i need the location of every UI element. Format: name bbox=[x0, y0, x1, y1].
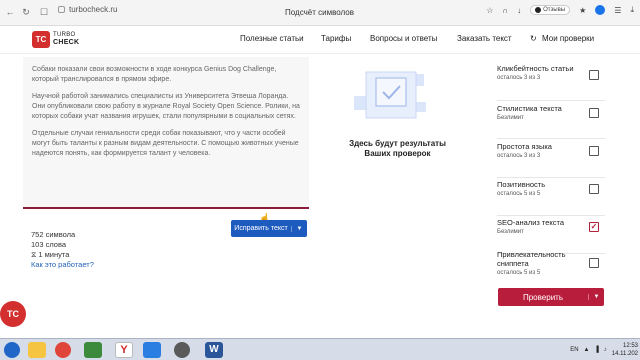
reading-time-value: 1 минута bbox=[38, 250, 70, 259]
download-icon[interactable]: ↓ bbox=[517, 6, 521, 15]
fix-text-label: Исправить текст bbox=[234, 225, 288, 232]
check-option-snippet[interactable]: Привлекательность сниппета осталось 5 из… bbox=[497, 250, 605, 283]
check-button[interactable]: Проверить ▼ bbox=[498, 288, 604, 306]
check-title: Кликбейтность статьи bbox=[497, 64, 574, 73]
back-icon[interactable]: ← bbox=[4, 7, 16, 17]
logo-line1: TURBO bbox=[53, 32, 76, 38]
check-title: SEO-анализ текста bbox=[497, 218, 565, 227]
logo-mark: TC bbox=[32, 31, 50, 48]
text-paragraph: Собаки показали свои возможности в ходе … bbox=[32, 66, 277, 83]
telegram-icon[interactable] bbox=[595, 5, 606, 15]
recorder-icon[interactable] bbox=[174, 342, 190, 358]
check-option-clickbait[interactable]: Кликбейтность статьи осталось 3 из 3 bbox=[497, 64, 605, 101]
checkbox[interactable] bbox=[589, 108, 599, 118]
nav-my-checks-icon[interactable]: ↻ bbox=[530, 34, 537, 43]
browser-actions: ☆ ∩ ↓ Отзывы ★ ☰ ⤓ bbox=[486, 5, 634, 15]
reviews-button[interactable]: Отзывы bbox=[530, 5, 571, 15]
check-option-simplicity[interactable]: Простота языка осталось 3 из 3 bbox=[497, 142, 605, 178]
char-count: 752 символа bbox=[31, 230, 76, 239]
check-title: Стилистика текста bbox=[497, 104, 562, 113]
logo-text: TURBO CHECK bbox=[53, 32, 79, 47]
results-illustration-icon bbox=[354, 71, 426, 119]
results-line2: Ваших проверок bbox=[364, 149, 431, 158]
check-title: Привлекательность сниппета bbox=[497, 250, 566, 268]
browser-toolbar: ← ↻ ☐ turbocheck.ru Подсчёт символов ☆ ∩… bbox=[0, 0, 640, 26]
star-icon[interactable]: ★ bbox=[579, 6, 586, 15]
check-title: Простота языка bbox=[497, 142, 552, 151]
yandex-browser-icon[interactable]: Y bbox=[115, 342, 133, 358]
nav-my-checks[interactable]: Мои проверки bbox=[542, 34, 594, 43]
check-quota: осталось 5 из 5 bbox=[497, 270, 541, 276]
logo-line2: CHECK bbox=[53, 39, 80, 46]
chrome-icon[interactable] bbox=[55, 342, 71, 358]
how-it-works-link[interactable]: Как это работает? bbox=[31, 260, 94, 270]
chevron-down-icon[interactable]: ▼ bbox=[588, 294, 604, 300]
word-count: 103 слова bbox=[31, 240, 67, 249]
checkbox[interactable] bbox=[589, 258, 599, 268]
start-button[interactable] bbox=[4, 342, 20, 358]
refresh-icon[interactable]: ↻ bbox=[20, 7, 32, 18]
headphones-icon[interactable]: ∩ bbox=[502, 6, 508, 15]
explorer-icon[interactable] bbox=[28, 342, 46, 358]
nav-useful-articles[interactable]: Полезные статьи bbox=[240, 34, 304, 43]
checkbox[interactable] bbox=[589, 146, 599, 156]
text-paragraph: Научной работой занимались специалисты и… bbox=[32, 93, 300, 120]
tray-arrow-icon[interactable]: ▲ bbox=[584, 347, 590, 353]
check-option-positivity[interactable]: Позитивность осталось 5 из 5 bbox=[497, 180, 605, 216]
floating-logo[interactable]: TC bbox=[0, 301, 26, 327]
chevron-down-icon[interactable]: ▼ bbox=[291, 225, 307, 232]
download-tray-icon[interactable]: ⤓ bbox=[630, 5, 634, 15]
system-tray: EN ▲ ▐ ♪ 12:53 14.11.202 bbox=[570, 342, 638, 358]
checkbox-checked[interactable]: ✓ bbox=[589, 222, 599, 232]
hourglass-icon: ⧖ bbox=[31, 250, 37, 259]
reviews-icon bbox=[535, 7, 542, 13]
os-taskbar: Y W EN ▲ ▐ ♪ 12:53 14.11.202 bbox=[0, 338, 640, 360]
address-bar[interactable]: turbocheck.ru bbox=[58, 5, 117, 14]
language-indicator[interactable]: EN bbox=[570, 347, 578, 353]
media-player-icon[interactable] bbox=[143, 342, 161, 358]
app-icon[interactable] bbox=[84, 342, 102, 358]
results-placeholder: Здесь будут результаты Ваших проверок bbox=[340, 139, 455, 159]
clock[interactable]: 12:53 14.11.202 bbox=[612, 342, 638, 358]
url-text: turbocheck.ru bbox=[69, 5, 118, 14]
lock-icon bbox=[58, 6, 65, 13]
volume-icon[interactable]: ♪ bbox=[604, 347, 607, 353]
nav-order-text[interactable]: Заказать текст bbox=[457, 34, 512, 43]
site-header: TC TURBO CHECK Полезные статьи Тарифы Во… bbox=[0, 26, 640, 54]
clock-time: 12:53 bbox=[622, 343, 638, 349]
reading-time: ⧖ 1 минута bbox=[31, 250, 94, 260]
bookmark-icon[interactable]: ☆ bbox=[486, 6, 493, 15]
check-option-style[interactable]: Стилистика текста Безлимит bbox=[497, 104, 605, 139]
text-editor[interactable]: Собаки показали свои возможности в ходе … bbox=[23, 57, 309, 209]
check-option-seo[interactable]: SEO-анализ текста Безлимит ✓ bbox=[497, 218, 605, 254]
checkbox[interactable] bbox=[589, 70, 599, 80]
word-icon[interactable]: W bbox=[205, 342, 223, 358]
nav-faq[interactable]: Вопросы и ответы bbox=[370, 34, 437, 43]
network-icon[interactable]: ▐ bbox=[594, 347, 598, 353]
extensions-icon[interactable]: ☰ bbox=[614, 6, 621, 15]
text-paragraph: Отдельные случаи гениальности среди соба… bbox=[32, 130, 299, 157]
check-button-label: Проверить bbox=[522, 292, 563, 302]
clock-date: 14.11.202 bbox=[611, 351, 638, 357]
tabs-icon[interactable]: ☐ bbox=[38, 7, 50, 18]
results-line1: Здесь будут результаты bbox=[349, 139, 446, 148]
check-title: Позитивность bbox=[497, 180, 546, 189]
page-title: Подсчёт символов bbox=[285, 8, 354, 17]
reviews-label: Отзывы bbox=[543, 7, 566, 13]
text-stats: 752 символа 103 слова ⧖ 1 минута Как это… bbox=[31, 230, 94, 270]
fix-text-button[interactable]: Исправить текст ▼ bbox=[231, 220, 307, 237]
site-logo[interactable]: TC TURBO CHECK bbox=[32, 31, 79, 48]
checkbox[interactable] bbox=[589, 184, 599, 194]
nav-tariffs[interactable]: Тарифы bbox=[321, 34, 351, 43]
